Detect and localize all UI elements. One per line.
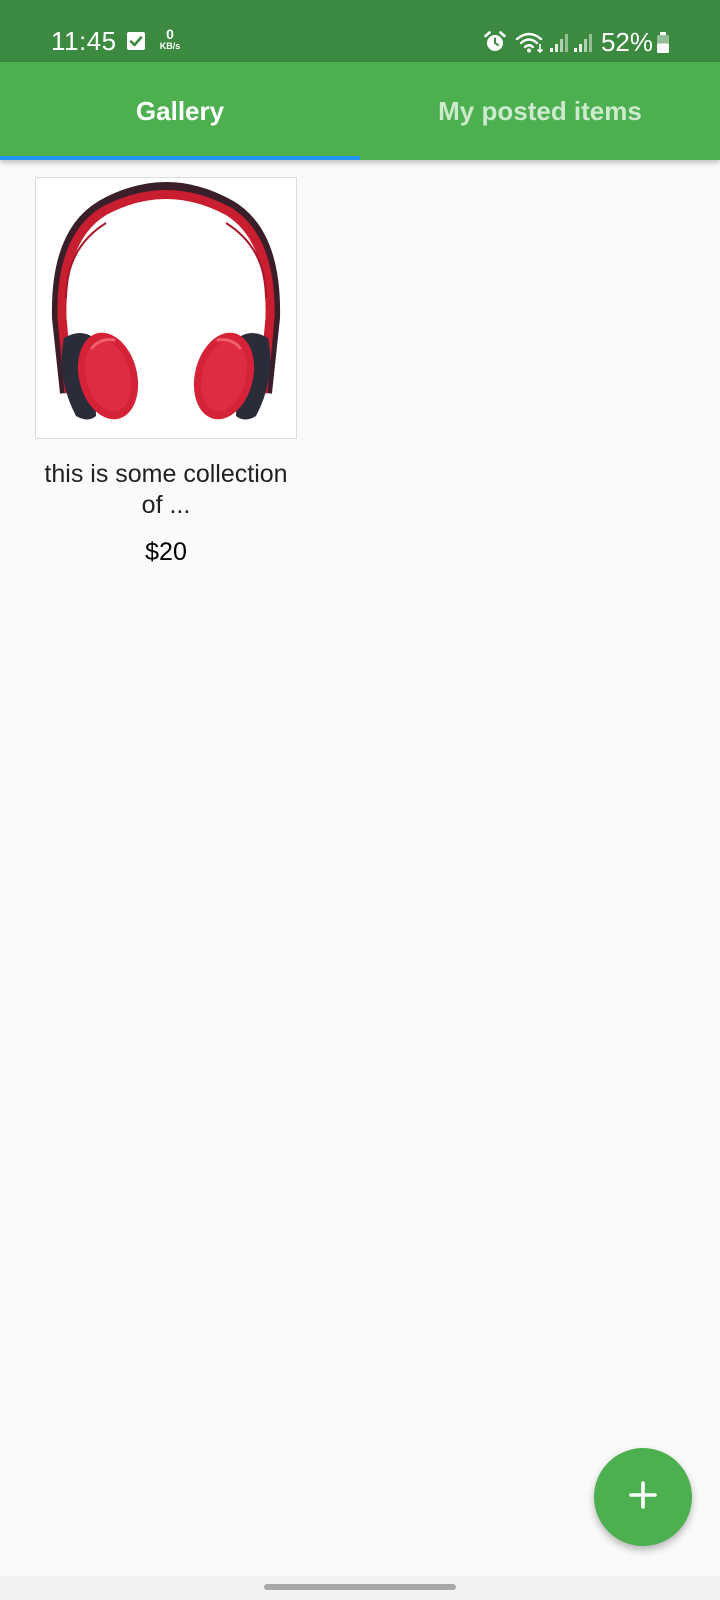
network-speed-value: 0 <box>166 26 174 42</box>
tab-my-posted-items-label: My posted items <box>438 95 642 126</box>
tab-gallery[interactable]: Gallery <box>0 62 360 160</box>
tab-indicator <box>0 156 360 160</box>
tab-gallery-label: Gallery <box>135 95 225 126</box>
status-bar: 11:45 0 KB/s 52% <box>0 0 720 62</box>
system-navigation-bar <box>0 1576 720 1600</box>
add-item-button[interactable] <box>594 1448 692 1546</box>
battery-percent: 52% <box>600 27 653 57</box>
battery-icon <box>656 30 670 54</box>
network-speed-unit: KB/s <box>159 41 181 51</box>
tab-my-posted-items[interactable]: My posted items <box>360 62 720 160</box>
tab-bar: Gallery My posted items <box>0 62 720 160</box>
status-time: 11:45 <box>51 26 117 56</box>
status-icons: 52% <box>483 27 670 57</box>
plus-icon <box>628 1480 658 1515</box>
wifi-icon <box>515 30 545 54</box>
check-box-icon <box>127 32 145 50</box>
home-gesture-handle[interactable] <box>264 1584 456 1590</box>
item-price: $20 <box>145 538 187 566</box>
item-card[interactable]: this is some collection of ... $20 <box>35 177 297 567</box>
item-title: this is some collection of ... <box>44 460 288 519</box>
item-image-headphones[interactable] <box>35 177 297 439</box>
network-speed: 0 KB/s <box>155 27 185 51</box>
gallery-grid: this is some collection of ... $20 <box>0 160 720 1576</box>
signal-1-icon <box>549 30 571 54</box>
signal-2-icon <box>573 30 595 54</box>
alarm-icon <box>483 30 507 54</box>
